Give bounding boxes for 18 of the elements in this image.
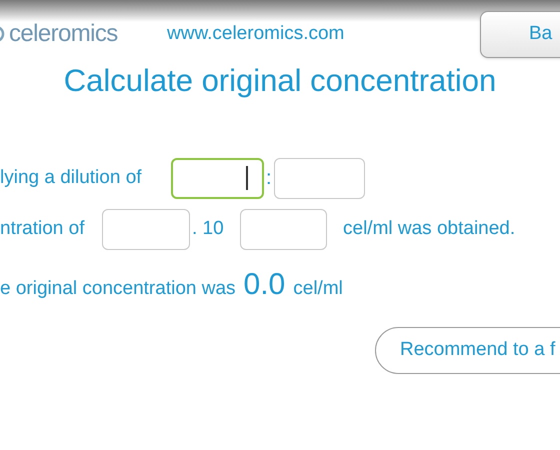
text-cursor bbox=[246, 166, 248, 190]
website-link[interactable]: www.celeromics.com bbox=[167, 20, 344, 48]
multiplier-text: . 10 bbox=[191, 216, 225, 241]
recommend-button[interactable]: Recommend to a f bbox=[375, 326, 560, 374]
result-label: e original concentration was bbox=[0, 276, 236, 300]
concentration-label: ntration of bbox=[0, 216, 86, 241]
concentration-suffix: cel/ml was obtained. bbox=[343, 216, 516, 241]
page-title: Calculate original concentration bbox=[62, 62, 498, 100]
input-field[interactable] bbox=[240, 208, 327, 250]
input-field[interactable] bbox=[102, 208, 190, 250]
back-button[interactable]: Ba bbox=[480, 10, 560, 58]
dilution-label: lying a dilution of bbox=[0, 166, 143, 190]
logo: celeromics bbox=[9, 19, 118, 49]
result-unit: cel/ml bbox=[293, 276, 343, 300]
result-value: 0.0 bbox=[244, 266, 286, 302]
input-field[interactable] bbox=[171, 158, 264, 198]
input-field[interactable] bbox=[274, 158, 365, 198]
ratio-separator: : bbox=[266, 166, 272, 191]
